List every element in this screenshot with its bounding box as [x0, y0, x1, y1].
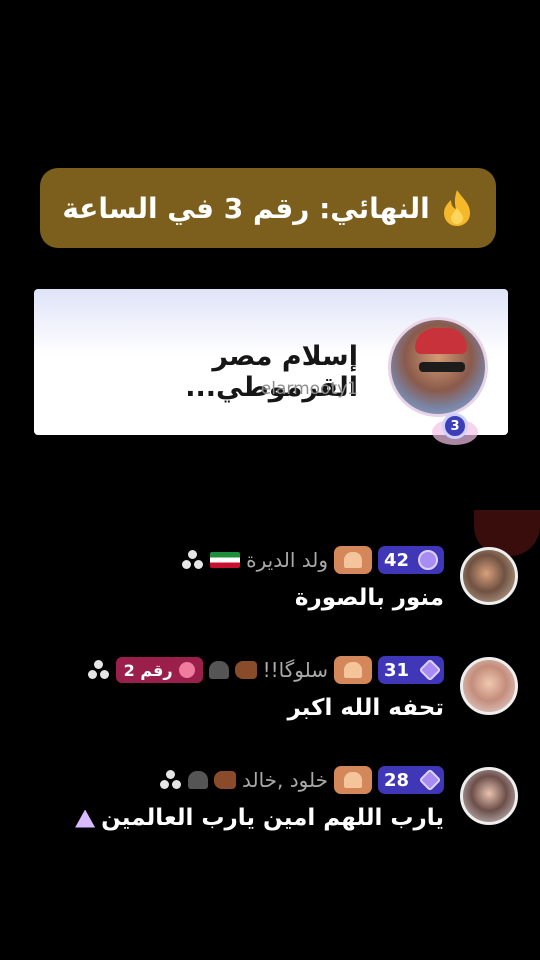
people-icon	[160, 769, 182, 791]
comment-text: تحفه الله اكبر	[287, 695, 444, 721]
comment-meta: 28 خلود ,خالد	[160, 765, 444, 795]
praying-hands-icon	[75, 809, 96, 828]
fan-heart-badge	[334, 546, 372, 574]
creator-handle: elarmooty1	[260, 379, 358, 399]
avatar-hat-shape	[415, 328, 467, 354]
avatar-glasses-shape	[419, 362, 465, 372]
people-icon	[87, 659, 110, 681]
rank-badge: رقم 2	[115, 657, 203, 683]
gem-icon	[418, 550, 438, 570]
comment-item: 31 سلوگا!! رقم 2 تحفه الله اكبر	[0, 655, 540, 739]
commenter-avatar[interactable]	[460, 547, 518, 605]
rank-badge-icon	[178, 662, 195, 678]
heart-icon	[344, 772, 362, 788]
flame-icon	[443, 190, 470, 226]
level-badge: 31	[378, 656, 444, 684]
level-badge: 42	[378, 546, 444, 574]
level-number: 31	[384, 659, 410, 681]
creator-avatar[interactable]	[388, 317, 488, 417]
heart-icon	[344, 552, 362, 568]
rank-medal-badge: 3	[442, 413, 468, 439]
comment-item: 28 خلود ,خالد يارب اللهم امين يارب العال…	[0, 765, 540, 849]
people-icon	[182, 549, 204, 571]
comment-text: منور بالصورة	[294, 585, 444, 611]
fan-heart-badge	[334, 766, 372, 794]
kuwait-flag-icon	[210, 552, 241, 568]
comment-item: 42 ولد الديرة منور بالصورة	[0, 545, 540, 629]
comment-text-content: يارب اللهم امين يارب العالمين	[101, 805, 444, 831]
hourly-rank-banner[interactable]: النهائي: رقم 3 في الساعة	[40, 168, 496, 248]
comment-text: يارب اللهم امين يارب العالمين	[75, 805, 444, 831]
level-number: 28	[384, 769, 410, 791]
diamond-icon	[418, 658, 442, 682]
rank-banner-text: النهائي: رقم 3 في الساعة	[62, 191, 430, 225]
commenter-username[interactable]: سلوگا!!	[263, 658, 328, 682]
creator-card[interactable]: 3 إسلام مصر القرموطي... elarmooty1	[34, 289, 508, 445]
heart-icon	[344, 662, 362, 678]
horse-icon	[214, 771, 236, 789]
commenter-username[interactable]: خلود ,خالد	[242, 768, 328, 792]
rank-badge-label: رقم 2	[123, 660, 173, 680]
horse-icon	[234, 661, 257, 679]
commenter-username[interactable]: ولد الديرة	[246, 548, 328, 572]
commenter-avatar[interactable]	[460, 767, 518, 825]
level-badge: 28	[378, 766, 444, 794]
level-number: 42	[384, 549, 410, 571]
comment-meta: 42 ولد الديرة	[182, 545, 444, 575]
fan-heart-badge	[334, 656, 372, 684]
diamond-icon	[418, 768, 442, 792]
comment-meta: 31 سلوگا!! رقم 2	[87, 655, 444, 685]
black-heart-icon	[208, 661, 229, 679]
commenter-avatar[interactable]	[460, 657, 518, 715]
black-heart-icon	[188, 771, 208, 789]
